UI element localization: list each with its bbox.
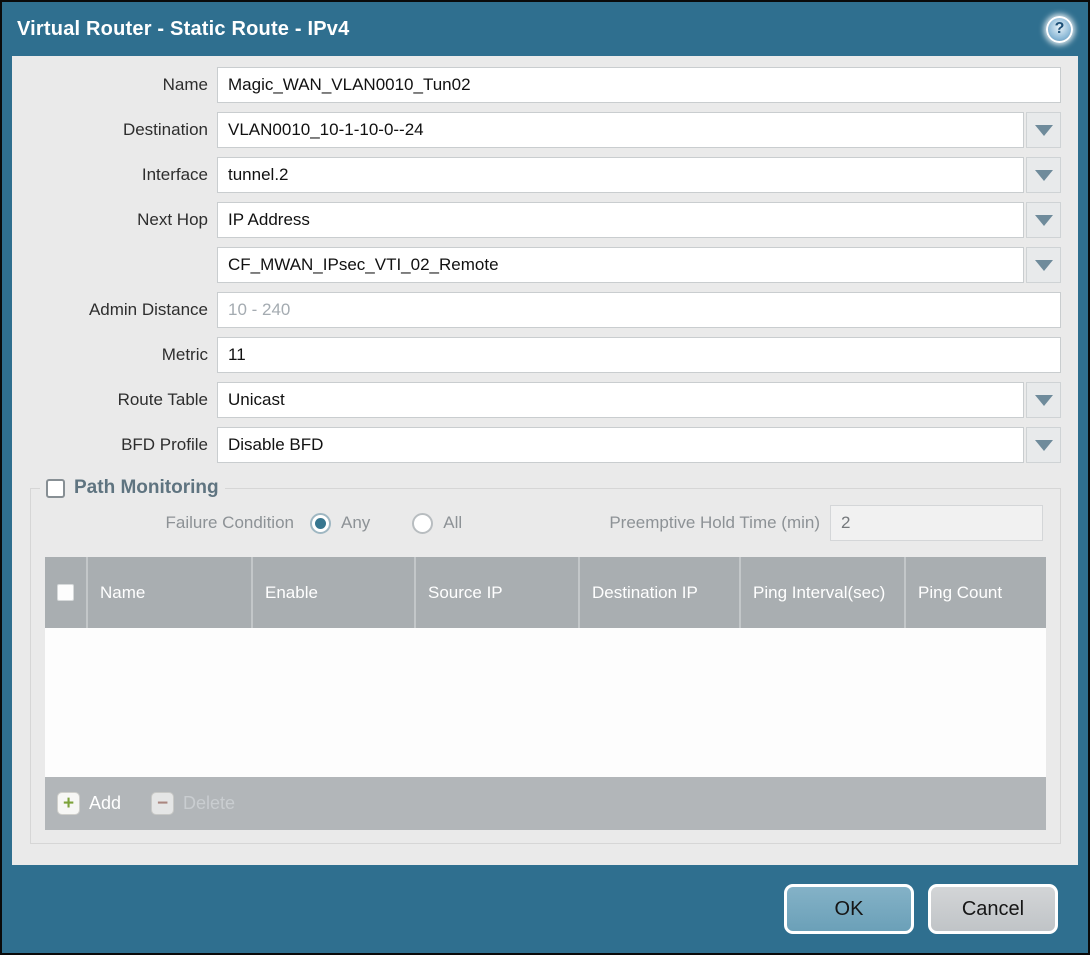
form-row-next-hop: Next Hop [12, 202, 1061, 238]
route-table-input[interactable] [217, 382, 1024, 418]
chevron-down-icon [1035, 170, 1053, 181]
form-row-route-table: Route Table [12, 382, 1061, 418]
bfd-profile-input[interactable] [217, 427, 1024, 463]
admin-distance-label: Admin Distance [12, 300, 217, 320]
interface-input[interactable] [217, 157, 1024, 193]
dialog-title: Virtual Router - Static Route - IPv4 [17, 18, 1046, 41]
path-monitoring-legend: Path Monitoring [40, 477, 225, 499]
form-row-next-hop-value [12, 247, 1061, 283]
add-button-label: Add [89, 793, 121, 814]
form-row-admin-distance: Admin Distance [12, 292, 1061, 328]
form-row-metric: Metric [12, 337, 1061, 373]
bfd-profile-dropdown-button[interactable] [1026, 427, 1061, 463]
radio-any-icon[interactable] [310, 513, 331, 534]
radio-all-icon[interactable] [412, 513, 433, 534]
route-table-dropdown-button[interactable] [1026, 382, 1061, 418]
interface-dropdown-button[interactable] [1026, 157, 1061, 193]
chevron-down-icon [1035, 215, 1053, 226]
preemptive-hold-time-input[interactable] [830, 505, 1043, 541]
column-header-enable[interactable]: Enable [251, 557, 414, 628]
bfd-profile-label: BFD Profile [12, 435, 217, 455]
form-row-destination: Destination [12, 112, 1061, 148]
next-hop-value-input[interactable] [217, 247, 1024, 283]
failure-condition-row: Failure Condition Any All Preemptive Hol… [36, 505, 1043, 541]
path-monitoring-checkbox[interactable] [46, 479, 65, 498]
select-all-cell [45, 557, 86, 628]
cancel-button[interactable]: Cancel [928, 884, 1058, 934]
table-body-empty [45, 628, 1046, 777]
add-button[interactable]: + Add [57, 792, 121, 815]
delete-button[interactable]: − Delete [151, 792, 235, 815]
admin-distance-input[interactable] [217, 292, 1061, 328]
column-header-ping-interval[interactable]: Ping Interval(sec) [739, 557, 904, 628]
dialog-footer: OK Cancel [2, 865, 1088, 953]
interface-label: Interface [12, 165, 217, 185]
column-header-ping-count[interactable]: Ping Count [904, 557, 1046, 628]
chevron-down-icon [1035, 125, 1053, 136]
chevron-down-icon [1035, 440, 1053, 451]
minus-icon: − [151, 792, 174, 815]
radio-all-label: All [443, 513, 462, 533]
metric-input[interactable] [217, 337, 1061, 373]
name-label: Name [12, 75, 217, 95]
form-row-bfd-profile: BFD Profile [12, 427, 1061, 463]
chevron-down-icon [1035, 260, 1053, 271]
preemptive-hold-time-label: Preemptive Hold Time (min) [609, 513, 830, 533]
path-monitoring-table: Name Enable Source IP Destination IP Pin… [45, 557, 1046, 830]
preemptive-hold-time: Preemptive Hold Time (min) [609, 505, 1043, 541]
path-monitoring-section: Path Monitoring Failure Condition Any Al… [30, 477, 1061, 844]
titlebar: Virtual Router - Static Route - IPv4 ? [2, 2, 1088, 56]
destination-dropdown-button[interactable] [1026, 112, 1061, 148]
radio-option-any[interactable]: Any [310, 513, 370, 534]
plus-icon: + [57, 792, 80, 815]
destination-label: Destination [12, 120, 217, 140]
column-header-source-ip[interactable]: Source IP [414, 557, 578, 628]
chevron-down-icon [1035, 395, 1053, 406]
table-toolbar: + Add − Delete [45, 777, 1046, 830]
form-row-name: Name [12, 67, 1061, 103]
static-route-dialog: Virtual Router - Static Route - IPv4 ? N… [0, 0, 1090, 955]
select-all-checkbox[interactable] [57, 584, 74, 601]
delete-button-label: Delete [183, 793, 235, 814]
next-hop-value-dropdown-button[interactable] [1026, 247, 1061, 283]
next-hop-type-dropdown-button[interactable] [1026, 202, 1061, 238]
form-row-interface: Interface [12, 157, 1061, 193]
metric-label: Metric [12, 345, 217, 365]
help-icon[interactable]: ? [1046, 16, 1073, 43]
next-hop-label: Next Hop [12, 210, 217, 230]
column-header-name[interactable]: Name [86, 557, 251, 628]
name-input[interactable] [217, 67, 1061, 103]
table-header-row: Name Enable Source IP Destination IP Pin… [45, 557, 1046, 628]
route-table-label: Route Table [12, 390, 217, 410]
radio-any-label: Any [341, 513, 370, 533]
radio-option-all[interactable]: All [412, 513, 462, 534]
failure-condition-label: Failure Condition [36, 513, 304, 533]
column-header-destination-ip[interactable]: Destination IP [578, 557, 739, 628]
next-hop-type-input[interactable] [217, 202, 1024, 238]
path-monitoring-label: Path Monitoring [74, 477, 219, 499]
ok-button[interactable]: OK [784, 884, 914, 934]
dialog-content: Name Destination Interface Next Hop [12, 56, 1078, 865]
destination-input[interactable] [217, 112, 1024, 148]
